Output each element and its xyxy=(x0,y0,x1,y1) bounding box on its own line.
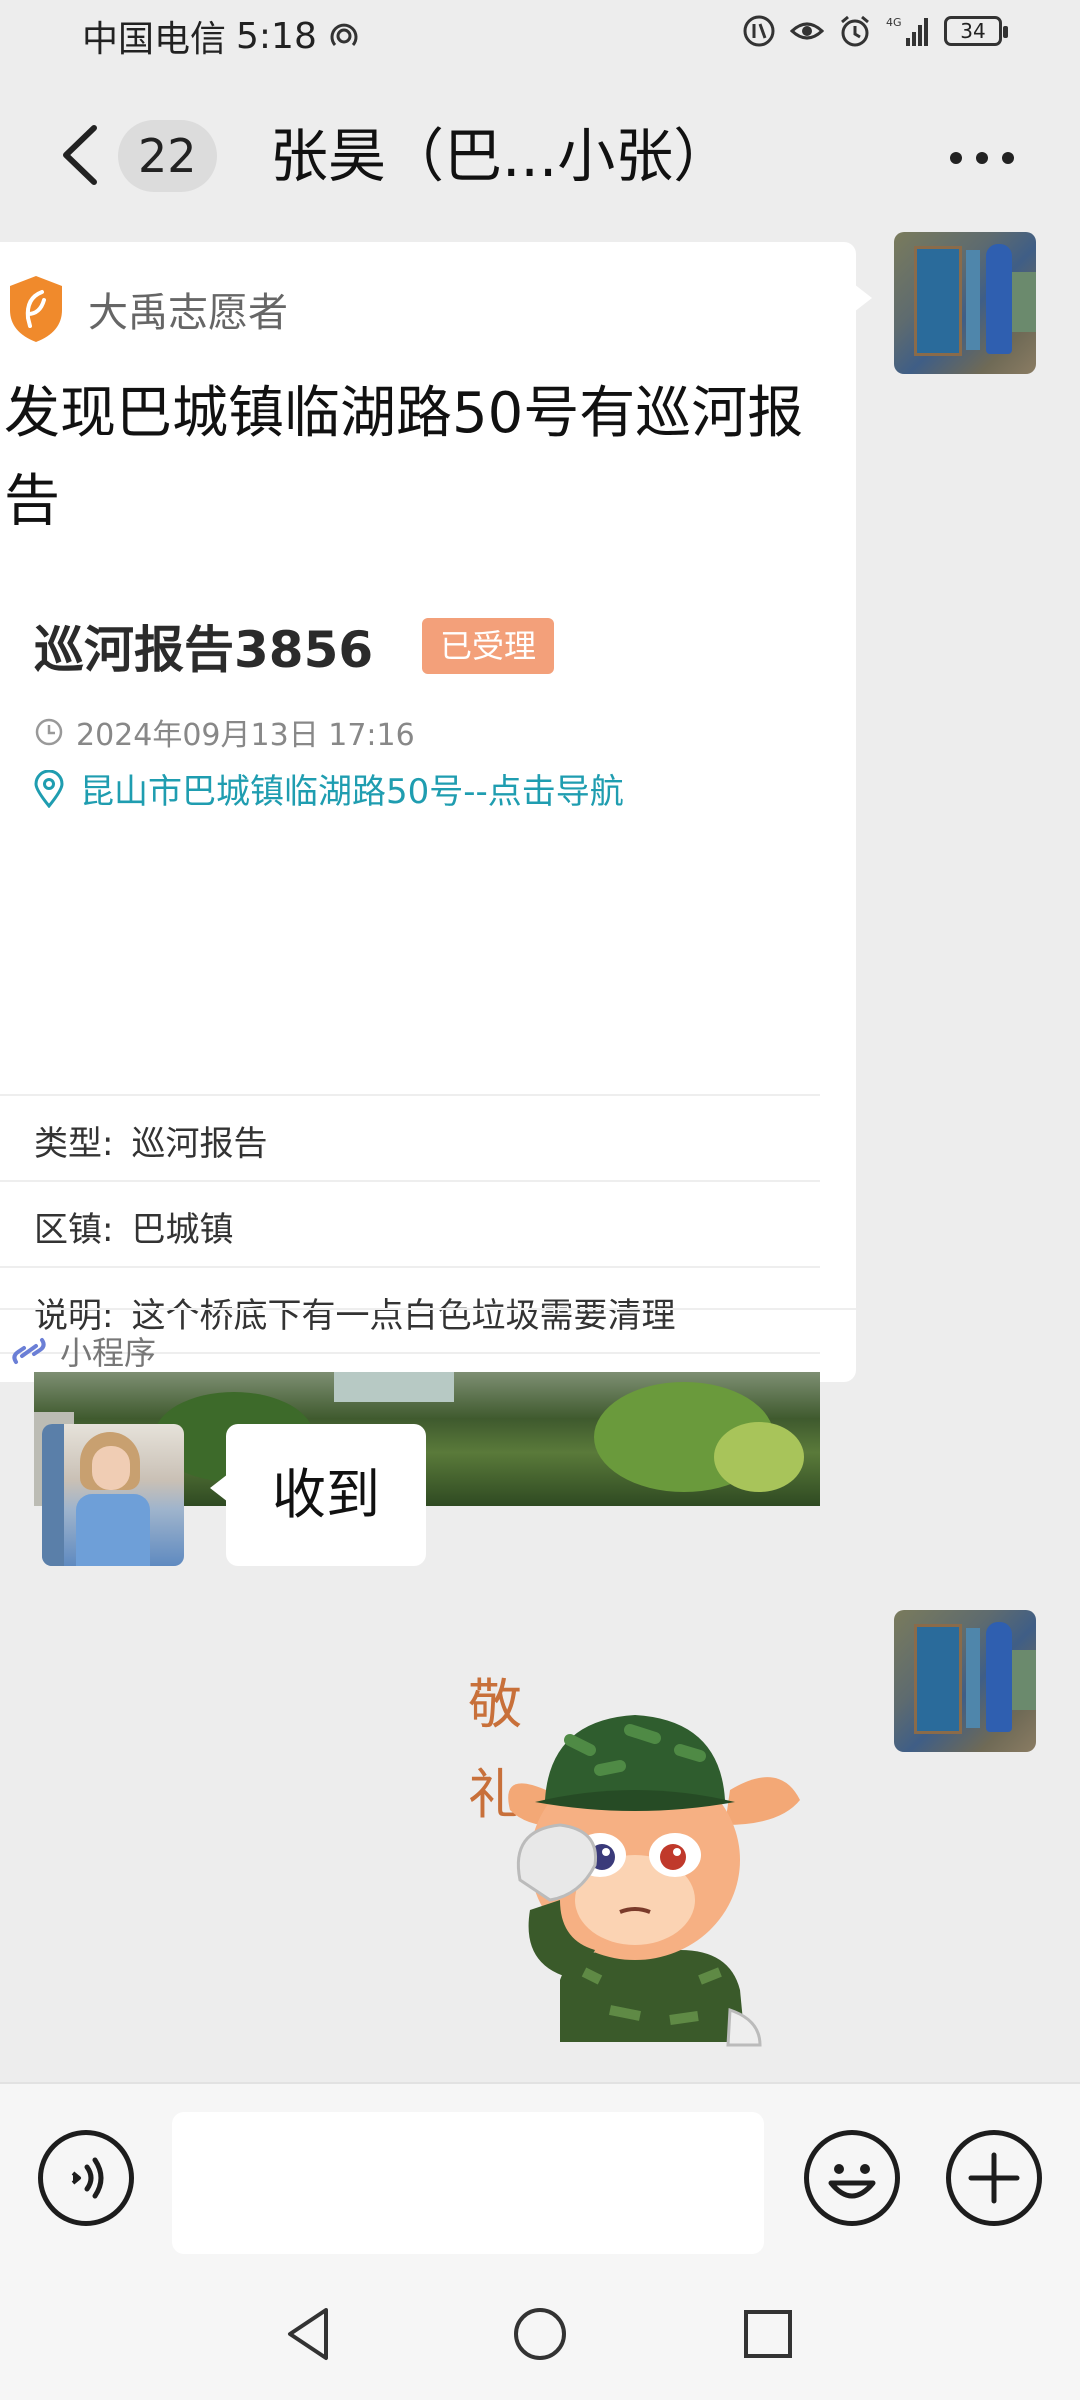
avatar-photo-detail xyxy=(42,1424,64,1566)
status-badge: 已受理 xyxy=(422,618,555,674)
nav-recent-icon[interactable] xyxy=(736,2302,800,2366)
divider xyxy=(0,1266,820,1268)
report-location-text: 昆山市巴城镇临湖路50号--点击导航 xyxy=(80,772,624,812)
voice-icon xyxy=(71,2157,104,2199)
more-dot-icon xyxy=(976,152,988,164)
data-saver-icon xyxy=(743,15,775,47)
message-text-input[interactable] xyxy=(172,2112,764,2254)
my-avatar[interactable] xyxy=(894,1610,1036,1752)
nav-home-icon[interactable] xyxy=(508,2302,572,2366)
message-input-bar xyxy=(0,2082,1080,2268)
eye-comfort-icon xyxy=(790,22,824,40)
more-options-button[interactable] xyxy=(950,152,1014,164)
avatar-photo-detail xyxy=(914,246,962,356)
report-location-link[interactable]: 昆山市巴城镇临湖路50号--点击导航 xyxy=(34,764,624,813)
my-avatar[interactable] xyxy=(894,232,1036,374)
mini-program-source: 大禹志愿者 xyxy=(6,274,288,344)
saluting-deer-character-icon xyxy=(508,1715,800,2047)
avatar-photo-detail xyxy=(76,1494,150,1566)
more-dot-icon xyxy=(1002,152,1014,164)
report-datetime-text: 2024年09月13日 17:16 xyxy=(76,718,415,753)
mini-program-label: 小程序 xyxy=(60,1334,157,1372)
mini-program-name: 大禹志愿者 xyxy=(88,290,288,336)
more-dot-icon xyxy=(950,152,962,164)
divider xyxy=(0,1180,820,1182)
system-navigation-bar xyxy=(0,2268,1080,2400)
more-actions-button[interactable] xyxy=(946,2130,1042,2226)
clock: 5:18 xyxy=(236,15,317,57)
message-bubble-received[interactable]: 收到 xyxy=(210,1424,426,1566)
chat-header: 22 张昊（巴...小张） xyxy=(0,72,1080,242)
report-datetime: 2024年09月13日 17:16 xyxy=(34,710,415,754)
alarm-icon xyxy=(841,15,869,47)
status-left: 中国电信 5:18 xyxy=(82,10,361,62)
mini-program-card[interactable]: 大禹志愿者 发现巴城镇临湖路50号有巡河报告 巡河报告3856 已受理 2024… xyxy=(0,242,872,1506)
row-key: 区镇: xyxy=(34,1210,114,1250)
avatar-photo-detail xyxy=(914,1624,962,1734)
row-value: 巡河报告 xyxy=(131,1124,268,1164)
report-row-type: 类型: 巡河报告 xyxy=(34,1116,267,1165)
avatar-photo-detail xyxy=(986,1622,1012,1732)
status-bar: 中国电信 5:18 4G 34 xyxy=(0,0,1080,72)
mini-program-icon xyxy=(12,1338,46,1364)
report-heading: 巡河报告3856 xyxy=(34,621,374,679)
row-value: 巴城镇 xyxy=(131,1210,234,1250)
report-row-district: 区镇: 巴城镇 xyxy=(34,1202,233,1251)
row-value: 这个桥底下有一点白色垃圾需要清理 xyxy=(131,1296,676,1336)
mini-program-title: 发现巴城镇临湖路50号有巡河报告 xyxy=(4,381,804,534)
voice-input-button[interactable] xyxy=(38,2130,134,2226)
signal-icon: 4G xyxy=(886,16,928,46)
carrier-label: 中国电信 xyxy=(82,19,227,60)
status-right: 4G 34 xyxy=(742,14,1008,48)
divider xyxy=(0,1308,856,1310)
avatar-photo-detail xyxy=(986,244,1012,354)
hotspot-icon xyxy=(330,23,358,46)
nav-back-icon[interactable] xyxy=(278,2302,342,2366)
clock-icon xyxy=(35,718,63,746)
avatar-photo-detail xyxy=(92,1446,130,1490)
contact-avatar[interactable] xyxy=(42,1424,184,1566)
photo-detail xyxy=(714,1422,804,1492)
emoji-button[interactable] xyxy=(804,2130,900,2226)
photo-detail xyxy=(334,1372,454,1402)
back-icon[interactable] xyxy=(50,120,110,190)
emoji-icon xyxy=(828,2164,876,2199)
mini-program-footer: 小程序 xyxy=(10,1328,156,1374)
plus-icon xyxy=(968,2152,1020,2204)
row-key: 类型: xyxy=(34,1124,114,1164)
divider xyxy=(0,1094,820,1096)
svg-text:4G: 4G xyxy=(886,16,902,29)
location-pin-icon xyxy=(34,769,64,808)
battery-indicator: 34 xyxy=(944,16,1008,46)
avatar-photo-detail xyxy=(966,250,980,350)
volunteer-shield-logo-icon xyxy=(10,276,62,342)
chat-title: 张昊（巴...小张） xyxy=(270,122,732,190)
salute-sticker[interactable]: 敬 礼 xyxy=(460,1650,820,2050)
unread-count-badge[interactable]: 22 xyxy=(118,120,217,192)
avatar-photo-detail xyxy=(966,1628,980,1728)
